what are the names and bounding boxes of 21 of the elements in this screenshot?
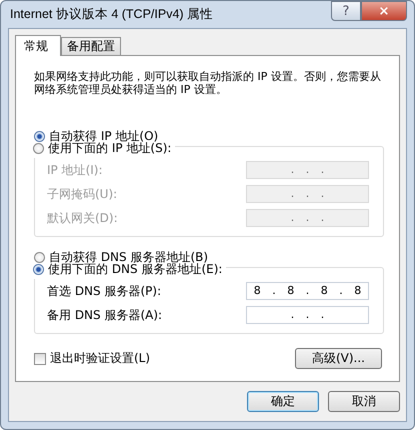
radio-button[interactable] xyxy=(33,142,44,154)
help-button[interactable]: ? xyxy=(331,1,361,21)
window-title: Internet 协议版本 4 (TCP/IPv4) 属性 xyxy=(9,6,214,23)
checkbox-label[interactable]: 退出时验证设置(L) xyxy=(50,350,150,367)
checkbox[interactable] xyxy=(34,352,46,364)
field-label: 默认网关(D): xyxy=(47,210,118,226)
field-label: 备用 DNS 服务器(A): xyxy=(47,306,162,324)
tab[interactable]: 备用配置 xyxy=(61,37,121,55)
description-text: 如果网络支持此功能，则可以获取自动指派的 IP 设置。否则，您需要从网络系统管理员处获得适当的 IP 设置。 xyxy=(34,70,382,96)
ip-address-field[interactable]: 8 . 8 . 8 . 8 xyxy=(246,282,369,300)
ip-address-field[interactable]: . . . xyxy=(246,306,369,324)
radio-button[interactable] xyxy=(33,264,44,274)
field-label: 子网掩码(U): xyxy=(47,186,118,202)
ok-button[interactable]: 确定 xyxy=(247,391,319,412)
cancel-button[interactable]: 取消 xyxy=(328,391,400,412)
field-label: IP 地址(I): xyxy=(47,162,103,178)
field-label: 首选 DNS 服务器(P): xyxy=(47,282,162,300)
tab[interactable]: 常规 xyxy=(15,35,61,56)
radio-button[interactable] xyxy=(34,252,45,262)
radio-button[interactable] xyxy=(34,130,45,142)
advanced-button[interactable]: 高级(V)... xyxy=(295,348,382,369)
